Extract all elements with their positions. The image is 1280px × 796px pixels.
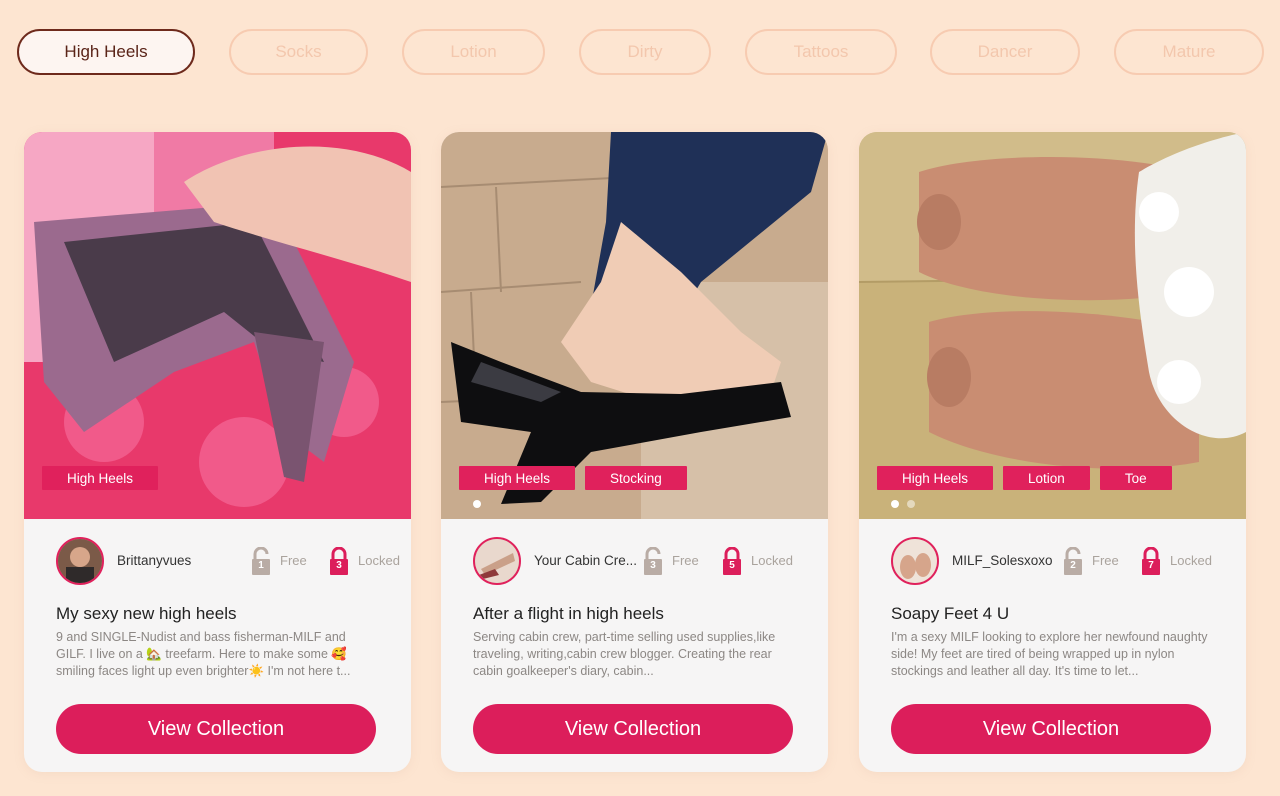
- tab-tattoos[interactable]: Tattoos: [745, 29, 897, 75]
- collection-title: Soapy Feet 4 U: [891, 604, 1010, 623]
- locked-label: Locked: [751, 553, 793, 568]
- locked-label: Locked: [358, 553, 400, 568]
- collection-title: After a flight in high heels: [473, 604, 664, 623]
- collection-description: I'm a sexy MILF looking to explore her n…: [891, 630, 1208, 678]
- username[interactable]: Your Cabin Cre...: [534, 553, 637, 568]
- locked-lock-icon: 3: [329, 546, 349, 575]
- collection-title: My sexy new high heels: [56, 604, 237, 623]
- collection-photo[interactable]: [24, 132, 411, 519]
- locked-lock-icon: 5: [722, 546, 742, 575]
- view-collection-button[interactable]: View Collection: [891, 704, 1211, 754]
- carousel-dot[interactable]: [473, 500, 481, 508]
- tab-socks[interactable]: Socks: [229, 29, 368, 75]
- username[interactable]: MILF_Solesxoxo: [952, 553, 1053, 568]
- carousel-dots[interactable]: [891, 500, 915, 508]
- free-label: Free: [1092, 553, 1119, 568]
- free-lock-icon: 1: [251, 546, 271, 575]
- carousel-dots[interactable]: [473, 500, 481, 508]
- collection-card[interactable]: High Heels Brittanyvues 1 Free 3 Locked …: [24, 132, 411, 772]
- tag-stocking: Stocking: [585, 466, 687, 490]
- avatar[interactable]: [473, 537, 521, 585]
- collection-photo[interactable]: [441, 132, 828, 519]
- free-lock-icon: 2: [1063, 546, 1083, 575]
- tab-mature[interactable]: Mature: [1114, 29, 1264, 75]
- collection-card[interactable]: High Heels Lotion Toe MILF_Solesxoxo 2 F…: [859, 132, 1246, 772]
- tab-lotion[interactable]: Lotion: [402, 29, 545, 75]
- tag-high-heels: High Heels: [42, 466, 159, 490]
- collection-description: Serving cabin crew, part-time selling us…: [473, 630, 776, 678]
- tag-toe: Toe: [1099, 466, 1172, 490]
- username[interactable]: Brittanyvues: [117, 553, 191, 568]
- free-lock-icon: 3: [643, 546, 663, 575]
- tag-high-heels: High Heels: [459, 466, 576, 490]
- avatar[interactable]: [891, 537, 939, 585]
- locked-lock-icon: 7: [1141, 546, 1161, 575]
- tab-dirty[interactable]: Dirty: [579, 29, 711, 75]
- collection-card[interactable]: High Heels Stocking Your Cabin Cre... 3 …: [441, 132, 828, 772]
- free-label: Free: [280, 553, 307, 568]
- collection-photo[interactable]: [859, 132, 1246, 519]
- view-collection-button[interactable]: View Collection: [56, 704, 376, 754]
- tab-high-heels[interactable]: High Heels: [17, 29, 195, 75]
- tab-dancer[interactable]: Dancer: [930, 29, 1080, 75]
- avatar[interactable]: [56, 537, 104, 585]
- carousel-dot[interactable]: [891, 500, 899, 508]
- view-collection-button[interactable]: View Collection: [473, 704, 793, 754]
- category-tabs: High Heels Socks Lotion Dirty Tattoos Da…: [0, 0, 1280, 100]
- tag-high-heels: High Heels: [877, 466, 994, 490]
- locked-label: Locked: [1170, 553, 1212, 568]
- collection-description: 9 and SINGLE-Nudist and bass fisherman-M…: [56, 630, 351, 678]
- tag-lotion: Lotion: [1003, 466, 1090, 490]
- free-label: Free: [672, 553, 699, 568]
- carousel-dot[interactable]: [907, 500, 915, 508]
